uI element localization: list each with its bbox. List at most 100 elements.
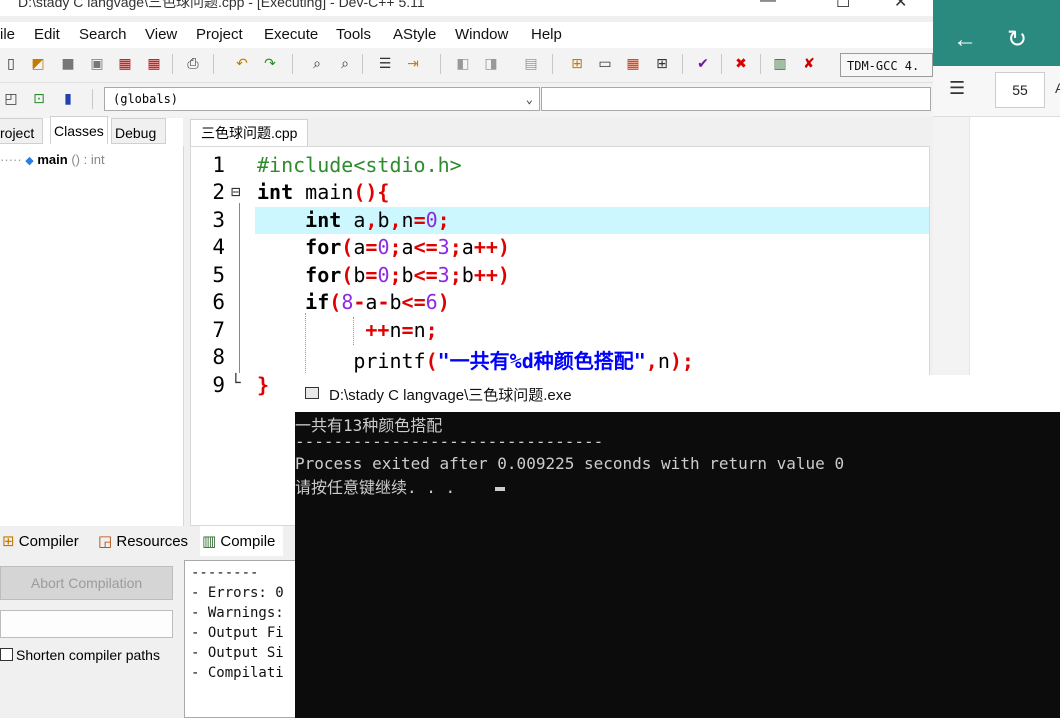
syntax-check-icon[interactable]: ✔ bbox=[692, 53, 714, 75]
goto-icon[interactable]: ▤ bbox=[520, 53, 542, 75]
code-token: b bbox=[401, 263, 414, 287]
tab-debug[interactable]: Debug bbox=[111, 118, 166, 144]
editor-tab-file[interactable]: 三色球问题.cpp bbox=[190, 119, 309, 147]
function-icon: ◆ bbox=[25, 155, 34, 167]
menu-view[interactable]: View bbox=[145, 26, 177, 43]
profile-icon[interactable]: ▥ bbox=[769, 53, 791, 75]
code-token: b bbox=[461, 263, 474, 287]
code-token: ; bbox=[389, 263, 402, 287]
refresh-icon[interactable]: ↻ bbox=[1007, 25, 1027, 54]
minimize-button[interactable]: — bbox=[760, 0, 776, 10]
insert-icon[interactable]: ◰ bbox=[0, 88, 22, 110]
browser-content bbox=[933, 117, 1060, 375]
run-icon[interactable]: ▭ bbox=[594, 53, 616, 75]
maximize-button[interactable]: ☐ bbox=[836, 0, 850, 12]
menu-help[interactable]: Help bbox=[531, 26, 562, 43]
indent-icon[interactable]: ☰ bbox=[374, 53, 396, 75]
tab-compiler[interactable]: ⊞ Compiler bbox=[0, 526, 79, 556]
redo-icon[interactable]: ↷ bbox=[259, 53, 281, 75]
code-token: <= bbox=[401, 290, 426, 314]
menu-window[interactable]: Window bbox=[455, 26, 508, 43]
toggle-icon[interactable]: ⊡ bbox=[28, 88, 50, 110]
toolbar-separator bbox=[92, 89, 93, 109]
code-token: 0 bbox=[377, 235, 390, 259]
compiler-select[interactable]: TDM-GCC 4. bbox=[840, 53, 933, 77]
tab-project[interactable]: roject bbox=[0, 118, 43, 144]
tree-item-type: () : int bbox=[67, 152, 105, 167]
menu-project[interactable]: Project bbox=[196, 26, 243, 43]
close-button[interactable]: ✕ bbox=[894, 0, 907, 12]
replace-icon[interactable]: ⌕ bbox=[334, 53, 356, 75]
list-icon[interactable]: ☰ bbox=[949, 78, 965, 99]
menu-execute[interactable]: Execute bbox=[264, 26, 318, 43]
console-line: 请按任意键继续. . . bbox=[295, 478, 456, 497]
abort-compilation-button[interactable]: Abort Compilation bbox=[0, 566, 173, 600]
code-token: <= bbox=[413, 235, 438, 259]
shorten-paths-checkbox[interactable]: Shorten compiler paths bbox=[0, 647, 160, 663]
close-file-icon[interactable]: ▦ bbox=[114, 53, 136, 75]
line-number: 1 bbox=[212, 153, 225, 177]
project-browser-panel: roject Classes Debug bbox=[0, 116, 184, 526]
code-token: } bbox=[257, 373, 270, 397]
bookmark-prev-icon[interactable]: ◧ bbox=[452, 53, 474, 75]
menu-search[interactable]: Search bbox=[79, 26, 127, 43]
fold-collapse-icon[interactable]: ⊟ bbox=[231, 182, 241, 201]
code-token: <= bbox=[413, 263, 438, 287]
save-all-icon[interactable]: ▣ bbox=[86, 53, 108, 75]
delete-profile-icon[interactable]: ✘ bbox=[798, 53, 820, 75]
back-arrow-icon[interactable]: ← bbox=[953, 26, 977, 54]
class-tree-item-main[interactable]: ····· ◆ main () : int bbox=[0, 152, 105, 167]
compile-icon[interactable]: ⊞ bbox=[566, 53, 588, 75]
code-token: printf bbox=[353, 349, 426, 373]
goto-declaration-icon[interactable]: ▮ bbox=[57, 88, 79, 110]
scope-select[interactable]: (globals) ⌄ bbox=[104, 87, 540, 111]
bookmark-next-icon[interactable]: ◨ bbox=[480, 53, 502, 75]
console-output: 一共有13种颜色搭配 -----------------------------… bbox=[295, 412, 1060, 718]
code-token: , bbox=[389, 208, 402, 232]
print-icon[interactable]: ⎙ bbox=[182, 53, 204, 75]
menu-edit[interactable]: Edit bbox=[34, 26, 60, 43]
console-title: D:\stady C langvage\三色球问题.exe bbox=[329, 387, 572, 404]
tab-classes[interactable]: Classes bbox=[50, 116, 108, 144]
page-number-field[interactable]: 55 bbox=[995, 72, 1045, 108]
symbol-select[interactable] bbox=[541, 87, 931, 111]
toolbar-separator bbox=[362, 54, 363, 74]
code-token: "一共有%d种颜色搭配" bbox=[437, 349, 646, 373]
unindent-icon[interactable]: ⇥ bbox=[402, 53, 424, 75]
compile-log-icon: ▥ bbox=[202, 533, 217, 550]
new-file-icon[interactable]: ▯ bbox=[0, 53, 22, 75]
undo-icon[interactable]: ↶ bbox=[231, 53, 253, 75]
compile-run-icon[interactable]: ▦ bbox=[622, 53, 644, 75]
code-token: ; bbox=[449, 263, 462, 287]
rebuild-icon[interactable]: ⊞ bbox=[651, 53, 673, 75]
save-icon[interactable]: ■ bbox=[57, 53, 79, 75]
code-line-1: #include<stdio.h> bbox=[257, 153, 462, 177]
find-icon[interactable]: ⌕ bbox=[306, 53, 328, 75]
code-token: int bbox=[305, 208, 342, 232]
resources-icon: ◲ bbox=[98, 533, 113, 550]
console-window[interactable]: 一共有13种颜色搭配 -----------------------------… bbox=[295, 375, 1060, 718]
tab-compile-log[interactable]: ▥ Compile bbox=[200, 526, 284, 556]
code-token: , bbox=[645, 349, 658, 373]
code-token: ++) bbox=[473, 263, 510, 287]
code-token: (){ bbox=[353, 180, 390, 204]
close-all-icon[interactable]: ▦ bbox=[143, 53, 165, 75]
code-token: main bbox=[293, 180, 354, 204]
open-file-icon[interactable]: ◩ bbox=[27, 53, 49, 75]
toolbar-separator bbox=[440, 54, 441, 74]
title-bar: D:\stady C langvage\三色球问题.cpp - [Executi… bbox=[0, 0, 933, 16]
console-cursor bbox=[495, 487, 505, 491]
menu-tools[interactable]: Tools bbox=[336, 26, 371, 43]
menu-file[interactable]: ile bbox=[0, 26, 15, 43]
stop-execution-icon[interactable]: ✖ bbox=[730, 53, 752, 75]
tab-resources[interactable]: ◲ Resources bbox=[96, 526, 188, 556]
browser-navbar: ← ↻ bbox=[933, 14, 1060, 66]
code-token: = bbox=[401, 318, 414, 342]
code-token: a bbox=[401, 235, 414, 259]
menu-astyle[interactable]: AStyle bbox=[393, 26, 436, 43]
code-token: ( bbox=[341, 235, 354, 259]
compiler-icon: ⊞ bbox=[2, 533, 15, 550]
code-token: ) bbox=[437, 290, 450, 314]
text-size-label[interactable]: A bbox=[1055, 80, 1060, 96]
line-number: 4 bbox=[212, 235, 225, 259]
